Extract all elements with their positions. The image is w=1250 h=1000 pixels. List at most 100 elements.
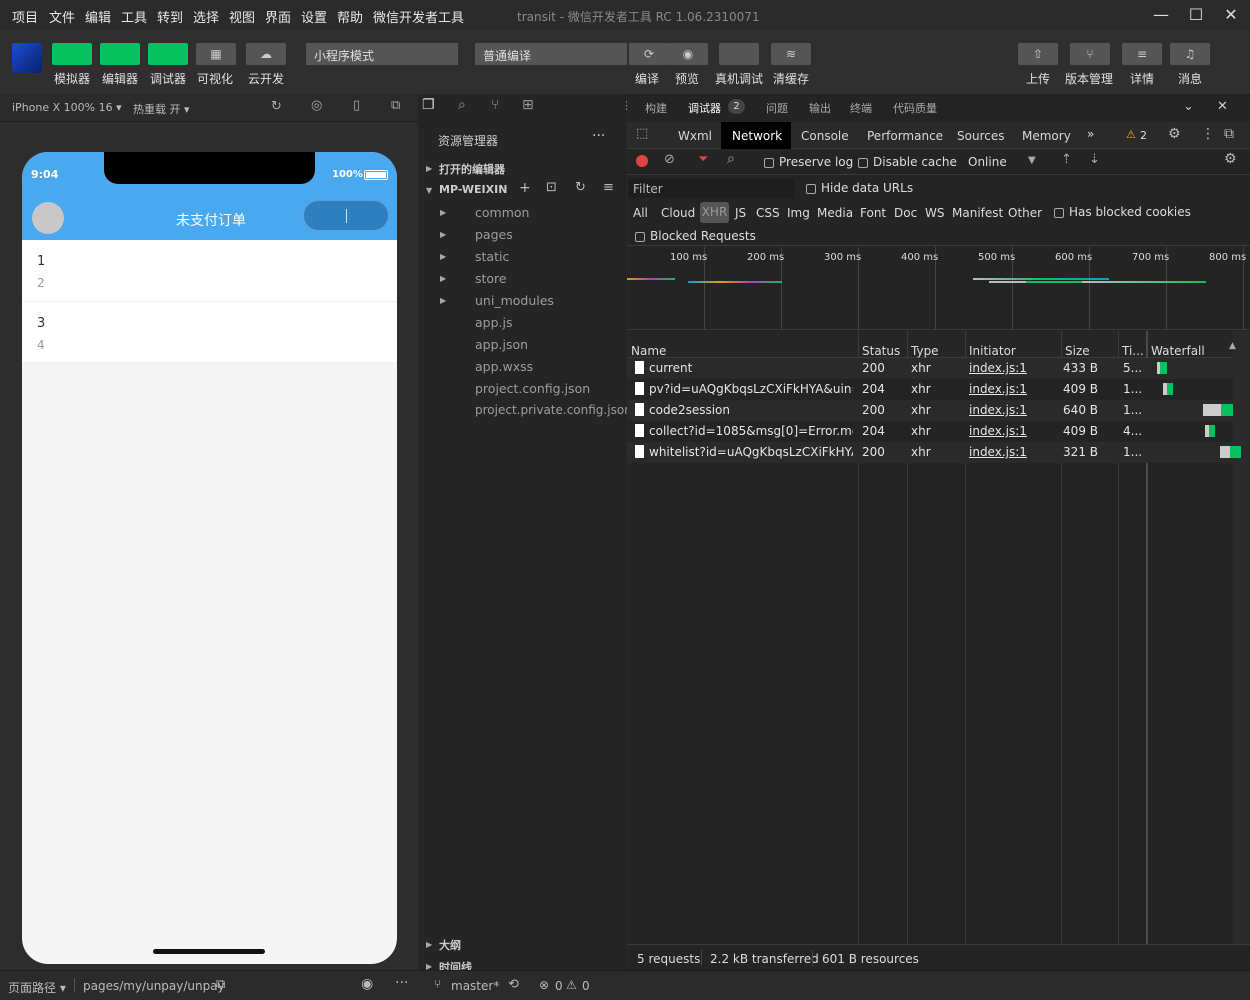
details-icon[interactable]: ≡ <box>1122 43 1162 65</box>
column-status[interactable]: Status <box>862 344 900 358</box>
cloud-icon[interactable]: ☁ <box>246 43 286 65</box>
more-tabs-icon[interactable]: » <box>1087 127 1094 141</box>
mode-select[interactable]: 小程序模式 <box>306 43 458 65</box>
remote-debug-button[interactable] <box>719 43 759 65</box>
new-folder-icon[interactable]: ⊡ <box>546 180 557 195</box>
record-icon[interactable]: ◎ <box>311 98 322 113</box>
hotreload-toggle[interactable]: 热重载 开 ▾ <box>133 101 190 117</box>
clear-icon[interactable]: ⊘ <box>664 152 675 167</box>
sync-icon[interactable]: ⟲ <box>508 977 519 992</box>
chevron-right-icon[interactable]: ▶ <box>440 296 446 305</box>
file-app-js[interactable]: app.js <box>475 315 513 330</box>
search-icon[interactable]: ⌕ <box>458 97 466 113</box>
table-row[interactable]: collect?id=1085&msg[0]=Error.mess... 204 x… <box>627 421 1233 442</box>
menu-settings[interactable]: 设置 <box>301 7 327 26</box>
chevron-right-icon[interactable]: ▶ <box>426 164 432 173</box>
record-button[interactable] <box>636 155 648 167</box>
more-icon[interactable]: ··· <box>395 975 408 991</box>
folder-static[interactable]: static <box>475 249 509 264</box>
capsule-menu[interactable] <box>303 200 389 231</box>
table-row[interactable]: whitelist?id=uAQgKbqsLzCXiFkHYA... 200 xhr… <box>627 442 1241 463</box>
minimize-button[interactable]: — <box>1148 3 1174 27</box>
chevron-right-icon[interactable]: ▶ <box>426 940 432 949</box>
import-icon[interactable]: ⇡ <box>1061 152 1072 167</box>
clear-cache-icon[interactable]: ≋ <box>771 43 811 65</box>
menu-edit[interactable]: 编辑 <box>85 7 111 26</box>
file-project-config[interactable]: project.config.json <box>475 381 590 396</box>
hide-data-urls-checkbox[interactable]: Hide data URLs <box>806 181 913 195</box>
dock-icon[interactable]: ⧉ <box>1224 126 1234 142</box>
file-app-wxss[interactable]: app.wxss <box>475 359 533 374</box>
new-file-icon[interactable]: + <box>519 180 531 196</box>
tab-console[interactable]: Console <box>801 129 849 143</box>
kebab-menu-icon[interactable]: ⋮ <box>1201 126 1215 142</box>
column-initiator[interactable]: Initiator <box>969 344 1016 358</box>
cell-initiator[interactable]: index.js:1 <box>969 403 1027 417</box>
outline-section[interactable]: 大纲 <box>439 937 461 953</box>
file-project-private-config[interactable]: project.private.config.json <box>475 403 632 417</box>
menu-help[interactable]: 帮助 <box>337 7 363 26</box>
gear-icon[interactable]: ⚙ <box>1168 126 1181 142</box>
drag-handle-icon[interactable]: ⋮ <box>621 99 632 112</box>
warning-icon[interactable]: ⚠ <box>566 978 577 992</box>
column-waterfall[interactable]: Waterfall <box>1151 344 1205 358</box>
cell-initiator[interactable]: index.js:1 <box>969 445 1027 459</box>
type-cloud[interactable]: Cloud <box>661 206 695 220</box>
editor-toggle[interactable] <box>100 43 140 65</box>
chevron-right-icon[interactable]: ▶ <box>440 252 446 261</box>
cell-initiator[interactable]: index.js:1 <box>969 424 1027 438</box>
extensions-icon[interactable]: ⊞ <box>522 97 534 113</box>
inspect-icon[interactable]: ⬚ <box>636 126 648 141</box>
open-editors-section[interactable]: 打开的编辑器 <box>439 161 505 177</box>
upload-icon[interactable]: ⇧ <box>1018 43 1058 65</box>
network-settings-icon[interactable]: ⚙ <box>1224 151 1237 167</box>
filter-input[interactable]: Filter <box>629 179 794 198</box>
preserve-log-checkbox[interactable]: Preserve log <box>764 155 853 169</box>
menu-interface[interactable]: 界面 <box>265 7 291 26</box>
eye-icon[interactable]: ◉ <box>361 976 373 992</box>
type-font[interactable]: Font <box>860 206 886 220</box>
blocked-requests-checkbox[interactable]: Blocked Requests <box>635 229 756 243</box>
menu-view[interactable]: 视图 <box>229 7 255 26</box>
page-path-select[interactable]: 页面路径 ▾ <box>8 979 66 996</box>
tab-sources[interactable]: Sources <box>957 129 1004 143</box>
chevron-right-icon[interactable]: ▶ <box>440 274 446 283</box>
collapse-icon[interactable]: ≡ <box>603 180 614 195</box>
export-icon[interactable]: ⇣ <box>1089 152 1100 167</box>
maximize-button[interactable]: ☐ <box>1183 3 1209 27</box>
type-other[interactable]: Other <box>1008 206 1042 220</box>
device-select[interactable]: iPhone X 100% 16 ▾ <box>12 101 122 114</box>
cell-initiator[interactable]: index.js:1 <box>969 382 1027 396</box>
visual-icon[interactable]: ▦ <box>196 43 236 65</box>
error-icon[interactable]: ⊗ <box>539 978 549 992</box>
type-js[interactable]: JS <box>735 206 746 220</box>
column-name[interactable]: Name <box>631 344 666 358</box>
copy-icon[interactable]: ⧉ <box>216 977 225 992</box>
column-size[interactable]: Size <box>1065 344 1090 358</box>
refresh-icon[interactable]: ↻ <box>575 180 586 195</box>
chevron-right-icon[interactable]: ▶ <box>440 230 446 239</box>
branch-icon[interactable]: ⑂ <box>1070 43 1110 65</box>
avatar[interactable] <box>32 202 64 234</box>
root-folder[interactable]: MP-WEIXIN <box>439 183 507 196</box>
list-item[interactable]: 1 2 <box>22 240 397 302</box>
type-all[interactable]: All <box>633 206 648 220</box>
folder-uni-modules[interactable]: uni_modules <box>475 293 554 308</box>
compile-mode-select[interactable]: 普通编译 <box>475 43 627 65</box>
tab-build[interactable]: 构建 <box>645 100 667 116</box>
simulator-toggle[interactable] <box>52 43 92 65</box>
rotate-icon[interactable]: ↻ <box>271 99 282 114</box>
tab-terminal[interactable]: 终端 <box>850 100 872 116</box>
file-app-json[interactable]: app.json <box>475 337 528 352</box>
filter-icon[interactable]: ⏷ <box>698 152 708 167</box>
menu-file[interactable]: 文件 <box>49 7 75 26</box>
chevron-down-icon[interactable]: ▼ <box>1028 155 1036 166</box>
table-row[interactable]: current 200 xhr index.js:1 433 B 5... <box>627 358 1233 379</box>
folder-common[interactable]: common <box>475 205 529 220</box>
close-panel-icon[interactable]: ✕ <box>1217 99 1228 114</box>
chevron-down-icon[interactable]: ⌄ <box>1183 99 1194 114</box>
branch-icon[interactable]: ⑂ <box>434 977 441 991</box>
throttle-select[interactable]: Online <box>968 155 1007 169</box>
tab-code-quality[interactable]: 代码质量 <box>893 100 937 116</box>
column-time[interactable]: Ti... <box>1122 344 1144 358</box>
